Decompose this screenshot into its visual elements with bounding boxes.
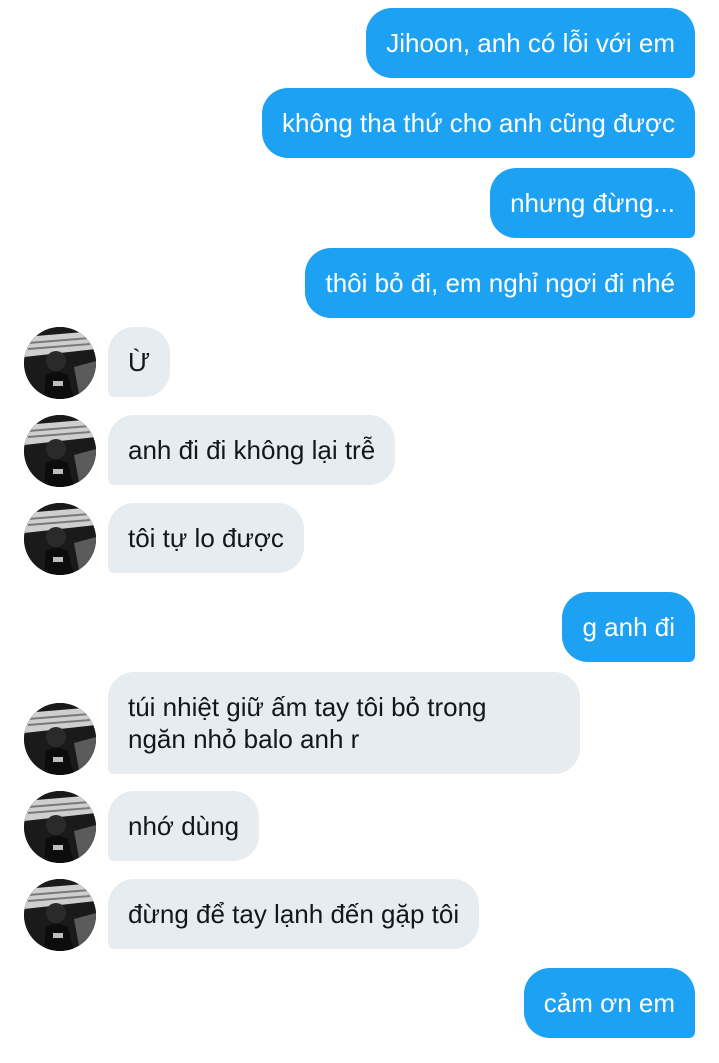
incoming-message[interactable]: nhớ dùng (108, 791, 260, 861)
outgoing-message[interactable]: cảm ơn em (523, 968, 695, 1038)
outgoing-message[interactable]: không tha thứ cho anh cũng được (261, 88, 695, 158)
message-text: tôi tự lo được (128, 523, 284, 553)
contact-photo-icon[interactable] (24, 503, 96, 575)
outgoing-message[interactable]: thôi bỏ đi, em nghỉ ngơi đi nhé (305, 248, 695, 318)
incoming-message[interactable]: túi nhiệt giữ ấm tay tôi bỏ trong ngăn n… (108, 672, 580, 774)
contact-photo-icon[interactable] (24, 327, 96, 399)
avatar-photo (24, 791, 96, 863)
contact-photo-icon[interactable] (24, 879, 96, 951)
avatar-photo (24, 327, 96, 399)
message-text: nhưng đừng... (510, 188, 675, 218)
incoming-message[interactable]: anh đi đi không lại trễ (108, 415, 396, 485)
message-text: thôi bỏ đi, em nghỉ ngơi đi nhé (325, 268, 675, 298)
incoming-message[interactable]: Ừ (108, 327, 171, 397)
avatar-photo (24, 703, 96, 775)
chat-thread: Jihoon, anh có lỗi với em không tha thứ … (0, 0, 719, 1063)
message-text: nhớ dùng (128, 811, 240, 841)
avatar-photo (24, 879, 96, 951)
message-text: Ừ (128, 347, 151, 377)
contact-photo-icon[interactable] (24, 703, 96, 775)
incoming-message[interactable]: tôi tự lo được (108, 503, 304, 573)
message-text: g anh đi (582, 612, 675, 642)
message-text: đừng để tay lạnh đến gặp tôi (128, 899, 460, 929)
contact-photo-icon[interactable] (24, 415, 96, 487)
outgoing-message[interactable]: Jihoon, anh có lỗi với em (366, 8, 695, 78)
outgoing-message[interactable]: nhưng đừng... (490, 168, 695, 238)
avatar-photo (24, 503, 96, 575)
message-text: không tha thứ cho anh cũng được (281, 108, 675, 138)
message-text-line: túi nhiệt giữ ấm tay tôi bỏ trong (128, 692, 487, 722)
message-text: cảm ơn em (543, 988, 675, 1018)
avatar-photo (24, 415, 96, 487)
incoming-message[interactable]: đừng để tay lạnh đến gặp tôi (108, 879, 480, 949)
message-text: anh đi đi không lại trễ (128, 435, 376, 465)
message-text-line: ngăn nhỏ balo anh r (128, 724, 360, 754)
contact-photo-icon[interactable] (24, 791, 96, 863)
outgoing-message[interactable]: g anh đi (562, 592, 695, 662)
message-text: Jihoon, anh có lỗi với em (386, 28, 675, 58)
